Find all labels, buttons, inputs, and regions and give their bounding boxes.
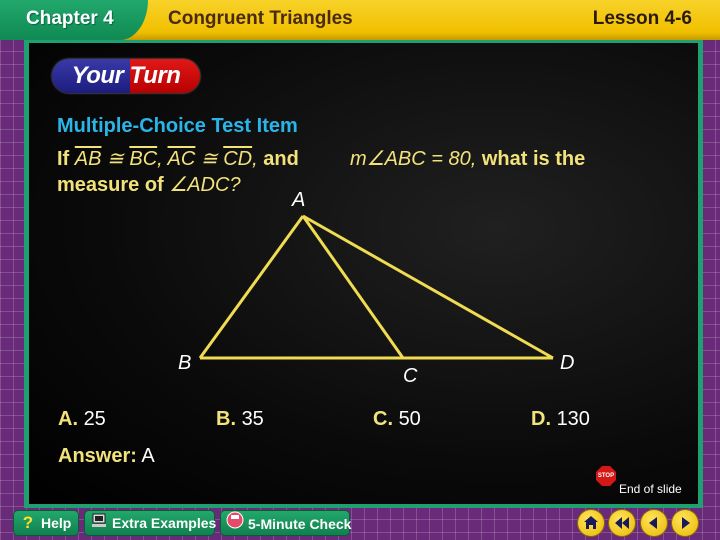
- choice-key: C.: [373, 408, 393, 430]
- five-minute-check-label: 5-Minute Check: [248, 516, 352, 532]
- home-button[interactable]: [578, 510, 604, 536]
- answer-label: Answer:: [58, 445, 137, 467]
- segment-ab-line: [198, 215, 305, 359]
- rewind-icon: [615, 517, 629, 529]
- choice-b[interactable]: B. 35: [216, 408, 264, 431]
- end-of-slide-label: End of slide: [619, 482, 682, 496]
- arrow-left-icon: [649, 517, 657, 529]
- vertex-label-b: B: [178, 352, 192, 374]
- vertex-label-c: C: [403, 365, 418, 387]
- extra-examples-label: Extra Examples: [112, 515, 217, 531]
- choice-key: A.: [58, 408, 78, 430]
- answer: Answer: A: [58, 445, 155, 468]
- segment-ac-line: [301, 215, 405, 359]
- five-minute-check-button[interactable]: 5-Minute Check: [221, 511, 352, 536]
- choice-a[interactable]: A. 25: [58, 408, 106, 431]
- answer-value: A: [141, 445, 155, 467]
- choice-value: 35: [241, 408, 264, 430]
- choice-value: 25: [83, 408, 106, 430]
- extra-examples-button[interactable]: Extra Examples: [85, 511, 217, 535]
- vertex-label-a: A: [292, 189, 306, 211]
- choice-value: 50: [398, 408, 421, 430]
- computer-icon: [89, 511, 109, 535]
- choice-key: B.: [216, 408, 236, 430]
- segment-ad-line: [302, 214, 554, 360]
- checkmark-flag-icon: [225, 511, 245, 536]
- choice-d[interactable]: D. 130: [531, 408, 590, 431]
- choice-c[interactable]: C. 50: [373, 408, 421, 431]
- choice-value: 130: [556, 408, 590, 430]
- next-slide-button[interactable]: [672, 510, 698, 536]
- previous-viewed-button[interactable]: [609, 510, 635, 536]
- previous-slide-button[interactable]: [641, 510, 667, 536]
- choice-key: D.: [531, 408, 551, 430]
- home-icon: [584, 516, 598, 529]
- stop-sign-icon: STOP: [596, 466, 616, 486]
- question-mark-icon: ?: [22, 513, 34, 532]
- arrow-right-icon: [682, 517, 690, 529]
- vertex-label-d: D: [560, 352, 575, 374]
- help-button[interactable]: ? Help: [14, 511, 78, 535]
- help-label: Help: [41, 515, 72, 531]
